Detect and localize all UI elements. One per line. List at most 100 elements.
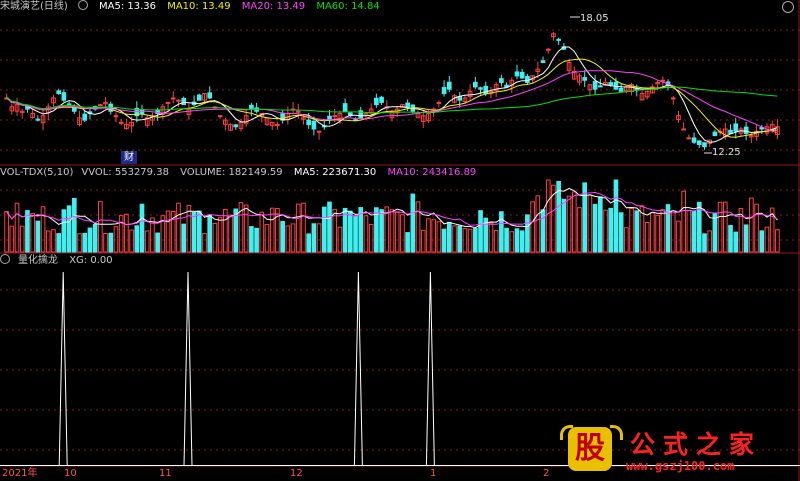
volume-bar (129, 229, 134, 253)
ma10-value: MA10: 13.49 (167, 1, 231, 12)
candle-body (118, 121, 124, 124)
volume-bar (420, 229, 426, 253)
volume-bar (634, 210, 640, 253)
finance-badge[interactable]: 财 (121, 151, 137, 164)
circle-icon[interactable] (77, 0, 88, 10)
volume-bar (103, 233, 108, 253)
volume-bar (410, 193, 416, 253)
volume-bar (40, 206, 46, 253)
volume-bar (457, 225, 463, 253)
volume-bar (603, 209, 608, 253)
volume-bar (155, 232, 160, 253)
candle-body (379, 96, 384, 103)
candle-body (686, 137, 692, 140)
volume-bar (676, 220, 681, 253)
ma20-value: MA20: 13.49 (241, 1, 306, 12)
candle-body (332, 115, 338, 118)
chart-canvas[interactable] (0, 0, 800, 481)
volume-bar (249, 226, 254, 253)
time-axis-label: 10 (64, 468, 77, 479)
candle-body (61, 92, 67, 101)
volume-bar (759, 230, 765, 253)
candle-body (743, 126, 749, 134)
volume-bar (207, 214, 213, 253)
volume-bar (321, 206, 327, 253)
volume-bar (665, 204, 671, 253)
volume-bar (87, 227, 93, 253)
volume-bar (722, 201, 728, 253)
candle-body (275, 124, 280, 127)
candle-body (207, 92, 213, 99)
candle-body (514, 71, 520, 77)
volume-bar (613, 179, 619, 253)
volume-bar (61, 209, 67, 253)
volume-bar (295, 203, 301, 253)
volume-bar (535, 195, 541, 253)
volume-bar (431, 219, 436, 253)
volume-bar (441, 228, 447, 253)
volume-bar (348, 210, 353, 253)
volume-bar (733, 231, 739, 253)
volume-bar (45, 230, 51, 253)
candle-body (618, 88, 624, 92)
volume-bar (186, 204, 192, 253)
volume-bar (51, 229, 56, 253)
settings-icon[interactable] (782, 1, 794, 13)
price-panel-header: 宋城演艺(日线) MA5: 13.36 MA10: 13.49 MA20: 13… (0, 0, 388, 14)
candle-body (217, 115, 223, 118)
stock-title[interactable]: 宋城演艺(日线) (0, 1, 68, 12)
ma60-line (6, 86, 778, 114)
candle-body (306, 119, 311, 126)
volume-bar (202, 233, 207, 253)
volume-bar (77, 233, 82, 253)
volume-bar (217, 217, 223, 253)
candle-body (35, 118, 41, 121)
volume-bar (290, 223, 296, 253)
candle-body (113, 115, 119, 118)
candle-body (295, 110, 301, 113)
volume-bar (368, 223, 374, 253)
volume-bar (702, 233, 707, 253)
candle-body (545, 48, 551, 51)
time-axis-label: 11 (159, 468, 172, 479)
volume-bar (30, 212, 35, 253)
volume-bar (571, 191, 577, 253)
candle-body (405, 102, 410, 108)
candle-body (457, 96, 463, 101)
volume-bar (165, 210, 171, 253)
indicator-name[interactable]: 量化擒龙 (18, 255, 58, 266)
candle-body (670, 97, 676, 100)
volume-bar (509, 231, 515, 253)
volume-bar (691, 210, 697, 253)
volume-bar (92, 223, 98, 253)
volume-bar (754, 203, 759, 253)
volume-bar (139, 203, 145, 253)
circle-icon[interactable] (0, 254, 10, 264)
volume-bar (660, 209, 666, 253)
candle-body (82, 113, 88, 121)
volume-indicator-name[interactable]: VOL-TDX(5,10) (0, 167, 73, 178)
volume-bar (228, 214, 233, 253)
candle-body (56, 90, 62, 95)
volume-bar (134, 225, 140, 253)
xg-signal-spike (425, 271, 435, 467)
volume-bar (446, 221, 452, 253)
volume-panel-header: VOL-TDX(5,10) VVOL: 553279.38 VOLUME: 182… (0, 166, 484, 180)
volume-bar (405, 232, 410, 253)
volume-bar (525, 214, 530, 253)
volume-bar (363, 215, 369, 253)
vol-ma10-value: MA10: 243416.89 (387, 167, 477, 178)
candle-body (342, 103, 348, 112)
vol-ma10-line (6, 191, 778, 226)
volume-bar (473, 228, 478, 253)
high-price-label: 18.05 (580, 13, 609, 24)
volume-bar (493, 230, 499, 253)
volume-bar (499, 211, 504, 253)
volume-bar (82, 232, 88, 253)
volume-bar (577, 207, 582, 253)
volume-bar (775, 229, 780, 253)
logo-url: www.gszj100.com (626, 459, 735, 473)
volume-bar (280, 220, 285, 253)
volume-bar (644, 222, 650, 253)
volume-bar (743, 224, 749, 253)
